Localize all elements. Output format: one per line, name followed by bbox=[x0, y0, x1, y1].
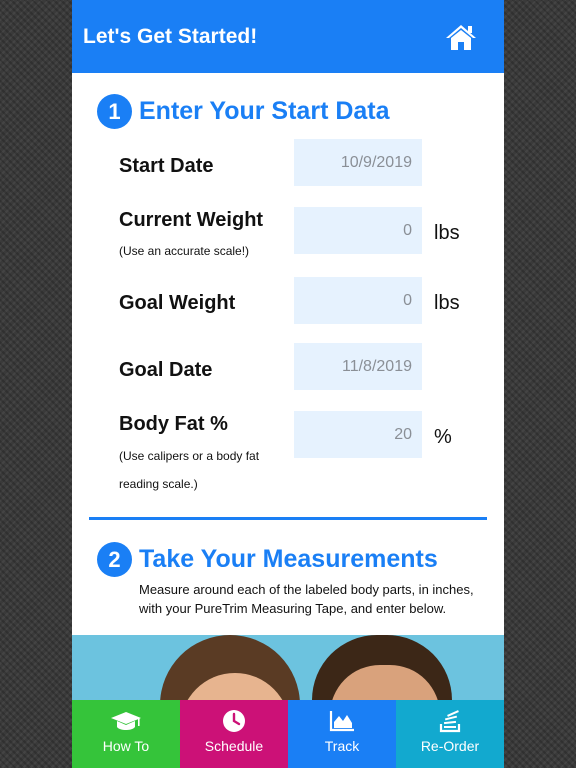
step-number-badge: 1 bbox=[97, 94, 132, 129]
body-fat-note-line1: (Use calipers or a body fat bbox=[119, 449, 260, 463]
home-button[interactable] bbox=[444, 22, 478, 52]
start-date-label: Start Date bbox=[119, 155, 214, 177]
nav-re-order[interactable]: Re-Order bbox=[396, 700, 504, 768]
goal-date-field[interactable] bbox=[294, 343, 422, 390]
nav-how-to[interactable]: How To bbox=[72, 700, 180, 768]
current-weight-unit: lbs bbox=[434, 222, 460, 244]
body-fat-note-line2: reading scale.) bbox=[119, 477, 198, 491]
app-header: Let's Get Started! bbox=[72, 0, 504, 73]
section-divider bbox=[89, 517, 487, 520]
section-1-heading: 1 Enter Your Start Data bbox=[97, 94, 390, 129]
goal-weight-unit: lbs bbox=[434, 292, 460, 314]
body-fat-field[interactable] bbox=[294, 411, 422, 458]
section-title: Take Your Measurements bbox=[139, 545, 438, 573]
measurement-photo bbox=[72, 635, 504, 700]
measurements-instructions: Measure around each of the labeled body … bbox=[139, 582, 474, 616]
nav-label: Track bbox=[324, 738, 360, 754]
bottom-nav: How To Schedule Track Re-Order bbox=[72, 700, 504, 768]
current-weight-label: Current Weight bbox=[119, 209, 264, 231]
nav-label: How To bbox=[102, 738, 150, 754]
section-2-heading: 2 Take Your Measurements bbox=[97, 542, 438, 577]
clock-icon bbox=[222, 709, 246, 733]
goal-weight-label: Goal Weight bbox=[119, 292, 236, 314]
step-number-badge: 2 bbox=[97, 542, 132, 577]
home-icon bbox=[446, 24, 476, 50]
goal-weight-field[interactable] bbox=[294, 277, 422, 324]
goal-date-label: Goal Date bbox=[119, 359, 213, 381]
app-screen: Let's Get Started! 1 Enter Your Start Da… bbox=[72, 0, 504, 768]
nav-label: Schedule bbox=[204, 738, 264, 754]
graduation-cap-icon bbox=[110, 709, 142, 733]
start-date-field[interactable] bbox=[294, 139, 422, 186]
nav-schedule[interactable]: Schedule bbox=[180, 700, 288, 768]
current-weight-note: (Use an accurate scale!) bbox=[119, 244, 250, 258]
body-fat-unit: % bbox=[434, 426, 452, 448]
current-weight-field[interactable] bbox=[294, 207, 422, 254]
area-chart-icon bbox=[329, 709, 355, 733]
nav-track[interactable]: Track bbox=[288, 700, 396, 768]
nav-label: Re-Order bbox=[420, 738, 480, 754]
body-fat-label: Body Fat % bbox=[119, 413, 228, 435]
page-title: Let's Get Started! bbox=[83, 24, 258, 48]
section-title: Enter Your Start Data bbox=[139, 97, 390, 125]
stack-icon bbox=[439, 709, 461, 733]
